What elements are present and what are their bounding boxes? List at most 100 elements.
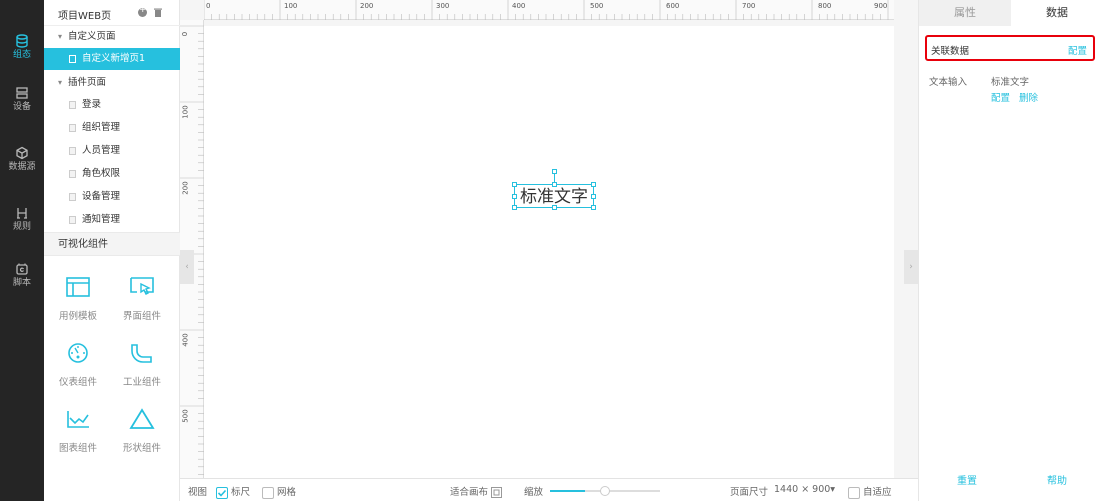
ruler-toggle[interactable]: 标尺 bbox=[216, 484, 250, 499]
pipe-icon bbox=[131, 344, 152, 363]
nav-item-script[interactable]: 脚本 bbox=[0, 256, 44, 300]
right-property-panel: 属性 数据 关联数据 配置 文本输入 标准文字 配置 删除 重置 帮助 bbox=[918, 0, 1102, 501]
text-input-label: 文本输入 bbox=[929, 77, 968, 88]
tree-title: 项目WEB页 bbox=[58, 11, 112, 22]
fit-canvas-button[interactable]: 适合画布 bbox=[450, 484, 503, 498]
page-icon bbox=[69, 101, 76, 109]
ruler-label: 900 bbox=[874, 2, 888, 10]
page-icon bbox=[69, 193, 76, 201]
tree-item-custom-page-1[interactable]: 自定义新增页1 bbox=[44, 48, 180, 70]
page-icon bbox=[69, 55, 76, 63]
horizontal-ruler-ticks bbox=[204, 0, 889, 20]
page-icon bbox=[69, 124, 76, 132]
nav-label: 设备 bbox=[12, 102, 31, 112]
nav-label: 数据源 bbox=[8, 162, 36, 172]
line-chart-icon bbox=[67, 411, 89, 428]
auto-fit-checkbox[interactable] bbox=[848, 486, 860, 499]
delete-link[interactable]: 删除 bbox=[1019, 90, 1038, 104]
linked-data-label: 关联数据 bbox=[931, 46, 970, 57]
ruler-label: 100 bbox=[284, 2, 298, 10]
nav-item-config[interactable]: 组态 bbox=[0, 28, 44, 72]
component-industrial[interactable]: 工业组件 bbox=[112, 336, 172, 398]
ruler-label: 500 bbox=[181, 409, 190, 423]
zoom-slider-fill bbox=[550, 490, 585, 492]
nav-item-rule[interactable]: 规则 bbox=[0, 200, 44, 244]
component-template[interactable]: 用例模板 bbox=[48, 270, 108, 332]
nav-label: 规则 bbox=[12, 222, 31, 232]
page-canvas[interactable]: 标准文字 bbox=[204, 26, 894, 478]
component-ui[interactable]: 界面组件 bbox=[112, 270, 172, 332]
components-section-title: 可视化组件 bbox=[44, 232, 180, 256]
text-widget[interactable]: 标准文字 bbox=[515, 186, 593, 208]
ruler-label: 200 bbox=[181, 181, 190, 195]
tree-item-org[interactable]: 组织管理 bbox=[44, 117, 180, 139]
collapse-right-panel-button[interactable]: › bbox=[904, 250, 918, 284]
nav-label: 脚本 bbox=[12, 278, 31, 288]
nav-label: 组态 bbox=[12, 50, 31, 60]
script-icon bbox=[16, 263, 28, 275]
component-gauge[interactable]: 仪表组件 bbox=[48, 336, 108, 398]
fit-screen-icon bbox=[491, 487, 503, 498]
add-page-icon[interactable] bbox=[138, 5, 147, 17]
page-size-select[interactable]: 1440 × 900▾ bbox=[774, 484, 835, 495]
left-nav: 组态 设备 数据源 规则 脚本 bbox=[0, 0, 44, 501]
component-shape[interactable]: 形状组件 bbox=[112, 402, 172, 464]
zoom-slider[interactable] bbox=[550, 486, 660, 496]
ruler-label: 600 bbox=[666, 2, 680, 10]
grid-checkbox[interactable] bbox=[262, 486, 274, 499]
trash-icon[interactable] bbox=[154, 8, 162, 17]
linked-data-row: 关联数据 配置 bbox=[925, 35, 1095, 61]
ruler-label: 500 bbox=[590, 2, 604, 10]
cursor-window-icon bbox=[130, 277, 154, 295]
nav-item-datasource[interactable]: 数据源 bbox=[0, 140, 44, 184]
rotate-stem bbox=[554, 173, 555, 182]
ruler-label: 400 bbox=[512, 2, 526, 10]
linked-data-config-link[interactable]: 配置 bbox=[1068, 43, 1087, 57]
caret-down-icon: ▾ bbox=[58, 78, 63, 87]
tree-item-login[interactable]: 登录 bbox=[44, 94, 180, 116]
ruler-label: 400 bbox=[181, 333, 190, 347]
app-window: 组态 设备 数据源 规则 脚本 项目WEB页 ▾ 自定义页面 bbox=[0, 0, 1102, 501]
gauge-icon bbox=[68, 343, 88, 363]
tree-group-custom[interactable]: ▾ 自定义页面 bbox=[44, 26, 180, 48]
tree-item-roles[interactable]: 角色权限 bbox=[44, 163, 180, 185]
server-icon bbox=[16, 87, 28, 99]
ruler-label: 700 bbox=[742, 2, 756, 10]
design-stage: 0 100 200 300 400 500 600 700 800 900 0 … bbox=[180, 0, 918, 478]
rule-flow-icon bbox=[17, 208, 27, 219]
config-link[interactable]: 配置 bbox=[991, 90, 1010, 104]
bottom-toolbar: 视图 标尺 网格 适合画布 缩放 页面尺寸 1440 × 900▾ 自适应 bbox=[180, 478, 918, 501]
cube-icon bbox=[16, 146, 28, 160]
vertical-ruler[interactable]: 0 100 200 400 500 bbox=[180, 20, 204, 478]
nav-item-device[interactable]: 设备 bbox=[0, 80, 44, 124]
template-icon bbox=[66, 277, 90, 297]
database-stack-icon bbox=[16, 34, 28, 48]
help-button[interactable]: 帮助 bbox=[1047, 472, 1067, 487]
tree-item-staff[interactable]: 人员管理 bbox=[44, 140, 180, 162]
tab-data[interactable]: 数据 bbox=[1011, 0, 1102, 26]
tree-item-devices[interactable]: 设备管理 bbox=[44, 186, 180, 208]
tree-header: 项目WEB页 bbox=[44, 0, 180, 26]
page-tree-panel: 项目WEB页 ▾ 自定义页面 自定义新增页1 ▾ 插件页面 登录 组织管理 人员… bbox=[44, 0, 180, 501]
zoom-slider-handle[interactable] bbox=[599, 486, 610, 496]
ruler-label: 0 bbox=[181, 31, 190, 37]
horizontal-ruler[interactable]: 0 100 200 300 400 500 600 700 800 900 bbox=[204, 0, 894, 20]
zoom-label: 缩放 bbox=[524, 487, 544, 498]
auto-fit-toggle[interactable]: 自适应 bbox=[848, 484, 892, 499]
caret-down-icon: ▾ bbox=[58, 32, 63, 41]
component-chart[interactable]: 图表组件 bbox=[48, 402, 108, 464]
reset-button[interactable]: 重置 bbox=[957, 472, 977, 487]
triangle-icon bbox=[129, 408, 155, 429]
grid-toggle[interactable]: 网格 bbox=[262, 484, 296, 499]
ruler-label: 200 bbox=[360, 2, 374, 10]
tree-group-plugin[interactable]: ▾ 插件页面 bbox=[44, 72, 180, 94]
tab-properties[interactable]: 属性 bbox=[919, 0, 1011, 26]
page-size-label: 页面尺寸 bbox=[730, 487, 769, 498]
collapse-left-panel-button[interactable]: ‹ bbox=[180, 250, 194, 284]
ruler-label: 300 bbox=[436, 2, 450, 10]
ruler-label: 0 bbox=[206, 2, 211, 10]
ruler-label: 100 bbox=[181, 105, 190, 119]
ruler-checkbox[interactable] bbox=[216, 486, 228, 499]
tree-item-notify[interactable]: 通知管理 bbox=[44, 209, 180, 231]
rotate-handle[interactable] bbox=[552, 169, 557, 174]
